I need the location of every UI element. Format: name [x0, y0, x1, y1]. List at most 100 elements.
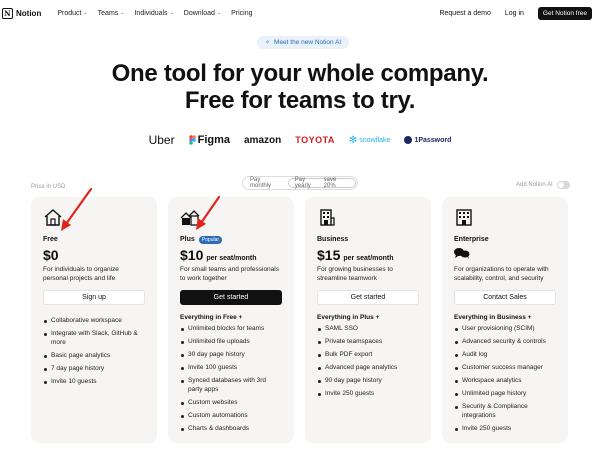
pay-yearly-option[interactable]: Pay yearly save 20%	[287, 177, 356, 189]
house-icon	[44, 209, 62, 226]
feature-item: Invite 10 guests	[43, 378, 145, 387]
request-demo-link[interactable]: Request a demo	[439, 10, 490, 17]
hero-title-line2: Free for teams to try.	[184, 87, 416, 114]
feature-item: Invite 250 guests	[454, 425, 556, 434]
feature-item: Advanced security & controls	[454, 338, 556, 347]
nav-download[interactable]: Download ⌄	[184, 10, 221, 17]
plan-name: Business	[317, 236, 349, 243]
login-link[interactable]: Log in	[505, 10, 524, 17]
snowflake-icon: ✻	[348, 134, 358, 146]
feature-item: Synced databases with 3rd party apps	[180, 377, 282, 394]
plan-card-plus: Plus Popular $10 per seat/month For smal…	[168, 197, 294, 443]
1password-logo: 1Password	[404, 136, 451, 144]
billing-toggle: Pay monthly Pay yearly save 20%	[242, 176, 358, 190]
chevron-down-icon: ⌄	[120, 10, 125, 16]
figma-icon	[188, 135, 196, 145]
popular-badge: Popular	[198, 235, 223, 244]
feature-list: Collaborative workspace Integrate with S…	[43, 317, 145, 386]
feature-item: 30 day page history	[180, 351, 282, 360]
toyota-logo: TOYOTA	[295, 135, 335, 145]
nav-pricing[interactable]: Pricing	[231, 10, 252, 17]
feature-item: 90 day page history	[317, 377, 419, 386]
notion-ai-pill-label: Meet the new Notion AI	[274, 39, 342, 46]
feature-item: Custom automations	[180, 412, 282, 421]
plan-price: $0	[43, 247, 59, 263]
feature-item: SAML SSO	[317, 325, 419, 334]
feature-item: Invite 250 guests	[317, 390, 419, 399]
building-icon	[320, 209, 335, 226]
hero-title-line1: One tool for your whole company.	[111, 60, 489, 87]
top-nav: N Notion Product ⌄ Teams ⌄ Individuals ⌄ Do…	[0, 0, 600, 26]
add-notion-ai-switch[interactable]	[556, 181, 570, 189]
plan-card-business: Business $15 per seat/month For growing …	[305, 197, 431, 443]
1password-icon	[404, 136, 413, 144]
uber-logo: Uber	[148, 133, 175, 147]
plan-card-free: Free $0 For individuals to organize pers…	[31, 197, 157, 443]
plan-description: For small teams and professionals to wor…	[180, 266, 279, 282]
chevron-down-icon: ⌄	[216, 10, 222, 16]
feature-item: Collaborative workspace	[43, 317, 145, 326]
add-notion-ai: Add Notion AI	[516, 181, 570, 189]
sparkle-icon: ✧	[265, 40, 271, 46]
get-started-button[interactable]: Get started	[317, 290, 419, 305]
feature-item: Charts & dashboards	[180, 425, 282, 434]
plan-description: For organizations to operate with scalab…	[454, 266, 549, 282]
plan-name: Enterprise	[454, 236, 489, 243]
chevron-down-icon: ⌄	[169, 10, 174, 16]
plan-description: For growing businesses to streamline tea…	[317, 266, 393, 282]
notion-logo[interactable]: N Notion	[2, 7, 42, 19]
feature-item: Workspace analytics	[454, 377, 556, 386]
notion-ai-pill[interactable]: ✧ Meet the new Notion AI	[257, 36, 350, 49]
figma-logo: Figma	[188, 134, 230, 146]
feature-item: Private teamspaces	[317, 338, 419, 347]
plan-card-enterprise: Enterprise For organizations to operate …	[442, 197, 568, 443]
plan-price	[454, 247, 556, 264]
feature-item: Custom websites	[180, 399, 282, 408]
everything-in-label: Everything in Business +	[454, 314, 532, 321]
nav-teams[interactable]: Teams ⌄	[98, 10, 125, 17]
feature-list: SAML SSO Private teamspaces Bulk PDF exp…	[317, 325, 419, 399]
get-notion-free-button[interactable]: Get Notion free	[537, 6, 592, 20]
get-started-button[interactable]: Get started	[180, 290, 282, 305]
contact-sales-button[interactable]: Contact Sales	[454, 290, 556, 305]
add-notion-ai-label: Add Notion AI	[516, 182, 553, 188]
nav-links: Product ⌄ Teams ⌄ Individuals ⌄ Download ⌄ P…	[57, 10, 252, 17]
pay-monthly-option[interactable]: Pay monthly	[244, 177, 288, 189]
feature-item: Unlimited file uploads	[180, 338, 282, 347]
chevron-down-icon: ⌄	[83, 10, 88, 16]
feature-item: Unlimited page history	[454, 390, 556, 399]
everything-in-label: Everything in Plus +	[317, 314, 380, 321]
feature-item: Customer success manager	[454, 364, 556, 373]
feature-item: Basic page analytics	[43, 352, 145, 361]
feature-item: Bulk PDF export	[317, 351, 419, 360]
everything-in-label: Everything in Free +	[180, 314, 243, 321]
feature-list: User provisioning (SCIM) Advanced securi…	[454, 325, 556, 433]
customer-logos: Uber Figma amazon TOYOTA ✻ snowflake 1Pa…	[0, 133, 600, 147]
plan-description: For individuals to organize personal pro…	[43, 266, 119, 282]
snowflake-logo: ✻ snowflake	[348, 134, 391, 146]
office-building-icon	[456, 209, 472, 226]
price-currency-note: Price in USD	[31, 184, 66, 190]
hero-title: One tool for your whole company. Free fo…	[0, 60, 600, 114]
feature-item: Security & Compliance integrations	[454, 403, 556, 420]
plan-name: Plus Popular	[180, 234, 282, 245]
notion-logo-icon: N	[2, 7, 13, 19]
feature-item: 7 day page history	[43, 365, 145, 374]
feature-item: Advanced page analytics	[317, 364, 419, 373]
sign-up-button[interactable]: Sign up	[43, 290, 145, 305]
feature-item: Unlimited blocks for teams	[180, 325, 282, 334]
feature-item: User provisioning (SCIM)	[454, 325, 556, 334]
plan-price: $15 per seat/month	[317, 247, 394, 263]
houses-icon	[180, 210, 200, 226]
nav-individuals[interactable]: Individuals ⌄	[134, 10, 173, 17]
feature-item: Audit log	[454, 351, 556, 360]
feature-item: Integrate with Slack, GitHub & more	[43, 330, 145, 347]
chat-bubbles-icon	[454, 248, 470, 259]
nav-product[interactable]: Product ⌄	[57, 10, 87, 17]
save-badge: save 20%	[323, 177, 337, 189]
plan-name: Free	[43, 236, 58, 243]
brand-name: Notion	[16, 8, 42, 18]
amazon-logo: amazon	[244, 134, 282, 146]
feature-list: Unlimited blocks for teams Unlimited fil…	[180, 325, 282, 433]
plan-price: $10 per seat/month	[180, 247, 257, 263]
